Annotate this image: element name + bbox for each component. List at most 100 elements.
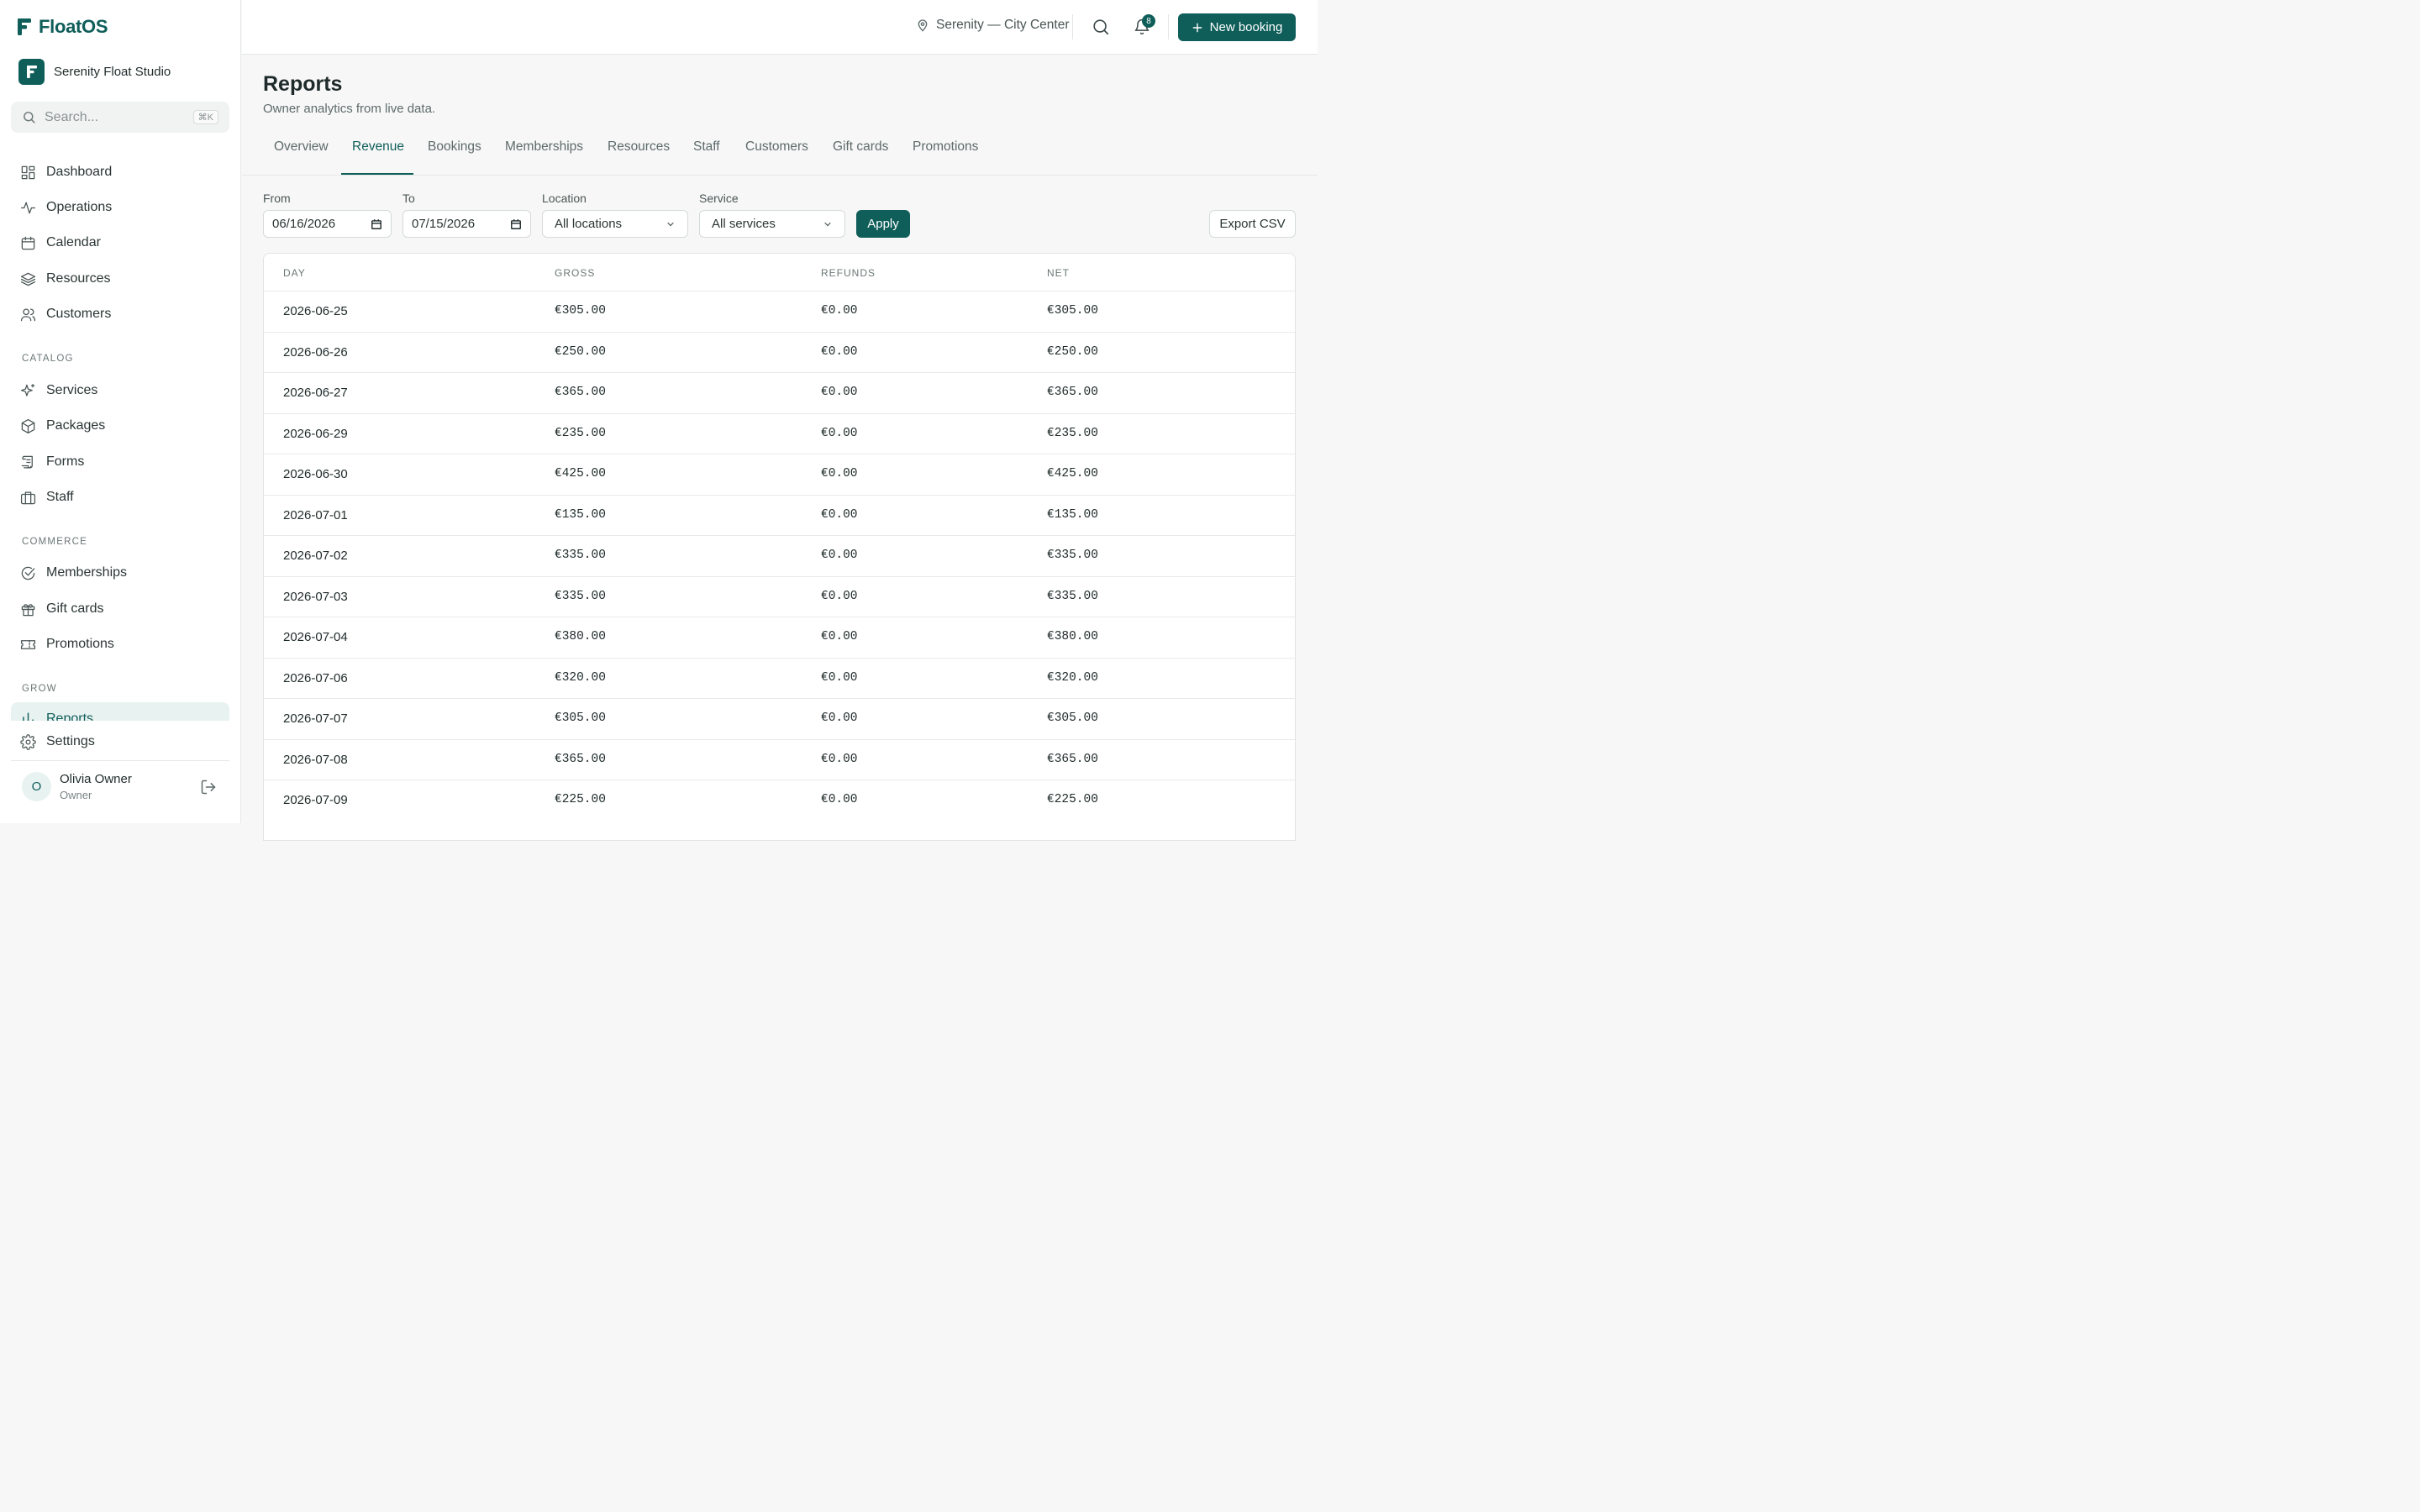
sidebar-item-forms[interactable]: Forms <box>20 452 84 472</box>
location-filter-label: Location <box>542 192 587 205</box>
cell-refunds: €0.00 <box>821 711 858 725</box>
search-icon <box>24 112 35 123</box>
table-row: 2026-07-07 €305.00 €0.00 €305.00 <box>264 698 1295 739</box>
cell-net: €135.00 <box>1047 507 1098 522</box>
users-icon <box>20 308 36 321</box>
cell-refunds: €0.00 <box>821 426 858 440</box>
sidebar-item-settings[interactable]: Settings <box>20 732 95 752</box>
sidebar-item-label: Packages <box>46 418 106 433</box>
cell-net: €425.00 <box>1047 467 1098 480</box>
cell-net: €250.00 <box>1047 344 1098 359</box>
sidebar-item-label: Operations <box>46 200 113 214</box>
from-date-value: 06/16/2026 <box>272 217 336 231</box>
studio-name: Serenity Float Studio <box>54 65 171 79</box>
table-row: 2026-07-04 €380.00 €0.00 €380.00 <box>264 617 1295 658</box>
sidebar-item-operations[interactable]: Operations <box>20 197 112 218</box>
gear-icon <box>20 733 36 750</box>
sidebar-search[interactable]: Search... ⌘K <box>11 102 229 133</box>
cell-net: €335.00 <box>1047 549 1098 562</box>
section-label-grow: GROW <box>22 684 57 694</box>
to-date-input[interactable]: 07/15/2026 <box>402 210 531 238</box>
chevron-down-icon <box>824 222 831 226</box>
tab-bookings[interactable]: Bookings <box>428 139 481 175</box>
cell-refunds: €0.00 <box>821 549 858 562</box>
sidebar-item-calendar[interactable]: Calendar <box>20 233 101 253</box>
apply-button[interactable]: Apply <box>856 210 910 238</box>
tab-memberships[interactable]: Memberships <box>505 139 583 175</box>
sidebar-item-gift-cards[interactable]: Gift cards <box>20 599 103 619</box>
location-label: Serenity — City Center <box>936 18 1070 32</box>
topbar: Serenity — City Center 8 New booking <box>242 0 1318 55</box>
divider <box>242 175 1318 176</box>
chevron-down-icon <box>667 222 674 226</box>
tab-staff[interactable]: Staff <box>693 139 720 175</box>
cell-day: 2026-07-09 <box>283 793 348 807</box>
table-row: 2026-07-02 €335.00 €0.00 €335.00 <box>264 535 1295 576</box>
tab-customers[interactable]: Customers <box>745 139 808 175</box>
cell-refunds: €0.00 <box>821 670 858 685</box>
package-icon <box>21 418 35 433</box>
briefcase-icon <box>20 491 36 504</box>
cell-refunds: €0.00 <box>821 589 858 603</box>
tab-gift-cards[interactable]: Gift cards <box>833 139 888 175</box>
section-label-commerce: COMMERCE <box>22 537 87 547</box>
new-booking-label: New booking <box>1209 20 1283 34</box>
sidebar-item-label: Gift cards <box>46 601 104 616</box>
sidebar-item-label: Services <box>46 383 98 397</box>
brand[interactable]: FloatOS <box>17 15 108 39</box>
table-row: 2026-06-27 €365.00 €0.00 €365.00 <box>264 372 1295 413</box>
bar-chart-icon <box>23 712 34 721</box>
cell-gross: €225.00 <box>555 793 606 806</box>
location-switcher[interactable]: Serenity — City Center <box>916 18 1070 33</box>
table-row: 2026-06-29 €235.00 €0.00 €235.00 <box>264 412 1295 454</box>
cell-gross: €425.00 <box>555 467 606 480</box>
gift-icon <box>21 603 35 616</box>
service-select[interactable]: All services <box>699 210 845 238</box>
user-role: Owner <box>60 789 92 801</box>
cell-day: 2026-06-29 <box>283 426 348 441</box>
map-pin-icon <box>918 19 928 32</box>
calendar-icon[interactable] <box>371 218 382 230</box>
table-row: 2026-07-03 €335.00 €0.00 €335.00 <box>264 575 1295 617</box>
activity-icon <box>20 202 36 213</box>
studio-switcher[interactable]: Serenity Float Studio <box>18 59 171 85</box>
cell-gross: €365.00 <box>555 386 606 399</box>
location-select[interactable]: All locations <box>542 210 688 238</box>
sidebar-item-dashboard[interactable]: Dashboard <box>20 162 112 182</box>
sidebar-item-label: Calendar <box>46 235 101 249</box>
tab-promotions[interactable]: Promotions <box>913 139 978 175</box>
to-label: To <box>402 192 415 205</box>
tab-revenue[interactable]: Revenue <box>352 139 404 175</box>
scroll-icon <box>21 455 33 468</box>
sidebar-item-staff[interactable]: Staff <box>20 487 74 507</box>
sidebar-item-resources[interactable]: Resources <box>20 269 110 289</box>
sidebar-item-customers[interactable]: Customers <box>20 304 111 324</box>
sidebar-item-memberships[interactable]: Memberships <box>20 563 127 583</box>
search-icon[interactable] <box>1092 18 1110 36</box>
column-header-gross: GROSS <box>555 267 596 279</box>
service-filter-label: Service <box>699 192 739 205</box>
tab-overview[interactable]: Overview <box>274 139 329 175</box>
sidebar-item-reports[interactable]: Reports <box>11 702 229 721</box>
table-row: 2026-07-09 €225.00 €0.00 €225.00 <box>264 780 1295 821</box>
cell-day: 2026-06-26 <box>283 344 348 360</box>
from-date-input[interactable]: 06/16/2026 <box>263 210 392 238</box>
cell-refunds: €0.00 <box>821 752 858 766</box>
user-name: Olivia Owner <box>60 772 132 786</box>
export-csv-button[interactable]: Export CSV <box>1209 210 1296 238</box>
to-date-value: 07/15/2026 <box>412 217 476 231</box>
tab-resources[interactable]: Resources <box>608 139 670 175</box>
calendar-icon[interactable] <box>510 218 522 230</box>
sidebar-item-services[interactable]: Services <box>20 381 97 401</box>
new-booking-button[interactable]: New booking <box>1178 13 1296 41</box>
logout-icon[interactable] <box>200 779 217 795</box>
cell-net: €305.00 <box>1047 304 1098 318</box>
sidebar-item-packages[interactable]: Packages <box>20 416 105 436</box>
sidebar-item-promotions[interactable]: Promotions <box>20 634 114 654</box>
cell-day: 2026-06-30 <box>283 467 348 481</box>
user-profile[interactable]: O Olivia Owner Owner <box>22 772 132 801</box>
cell-refunds: €0.00 <box>821 386 858 399</box>
cell-day: 2026-07-06 <box>283 670 348 685</box>
brand-name: FloatOS <box>39 16 108 37</box>
from-label: From <box>263 192 291 205</box>
